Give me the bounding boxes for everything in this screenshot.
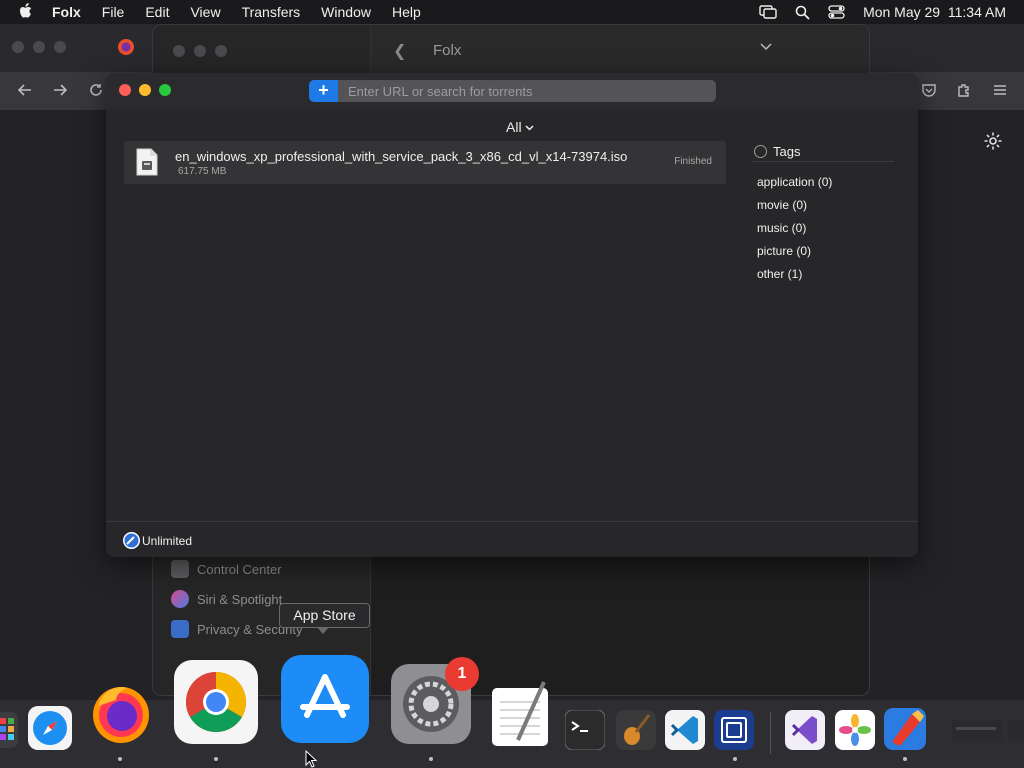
sidebar-item-label: Control Center <box>197 561 282 577</box>
back-chevron-icon[interactable]: ❮ <box>393 41 406 61</box>
tooltip-pointer <box>317 627 329 634</box>
control-center-toggle-icon[interactable] <box>828 5 845 19</box>
dock-separator <box>770 712 771 754</box>
safari-icon[interactable] <box>28 706 72 755</box>
running-indicator <box>429 757 433 761</box>
menu-view[interactable]: View <box>190 4 220 20</box>
siri-icon <box>171 590 189 608</box>
close-window-icon[interactable] <box>119 84 131 96</box>
menu-clock[interactable]: Mon May 29 11:34 AM <box>863 4 1006 20</box>
window-preview-icon[interactable] <box>952 718 1002 747</box>
notification-badge: 1 <box>445 657 479 691</box>
control-center-icon <box>171 560 189 578</box>
garageband-icon[interactable] <box>616 710 656 755</box>
folx-window: + All en_windows_xp_professional_with_se… <box>106 73 918 557</box>
extensions-icon[interactable] <box>956 82 972 103</box>
back-arrow-icon[interactable] <box>17 82 33 103</box>
filter-label: All <box>506 119 522 135</box>
forward-arrow-icon[interactable] <box>52 82 68 103</box>
settings-page-title: Folx <box>433 42 462 59</box>
apple-menu-icon[interactable] <box>0 0 52 24</box>
firefox-icon[interactable] <box>88 680 154 751</box>
reload-icon[interactable] <box>88 82 104 103</box>
menu-transfers[interactable]: Transfers <box>242 4 301 20</box>
photos-icon[interactable] <box>835 710 875 755</box>
tag-picture[interactable]: picture (0) <box>757 244 811 258</box>
menu-window[interactable]: Window <box>321 4 371 20</box>
filter-dropdown[interactable]: All <box>506 119 534 135</box>
sidebar-item-label: Siri & Spotlight <box>197 591 283 607</box>
task-file-name: en_windows_xp_professional_with_service_… <box>175 149 628 164</box>
chevron-down-icon[interactable] <box>759 39 773 58</box>
running-indicator <box>214 757 218 761</box>
menu-bar: Folx File Edit View Transfers Window Hel… <box>0 0 1024 24</box>
sidebar-item-siri[interactable]: Siri & Spotlight <box>171 590 282 608</box>
tags-title: Tags <box>773 144 801 159</box>
tag-movie[interactable]: movie (0) <box>757 198 807 212</box>
vscode-icon[interactable] <box>665 710 705 755</box>
dock-tooltip: App Store <box>279 603 370 628</box>
window-preview-icon[interactable] <box>1008 718 1024 747</box>
folx-traffic-lights <box>119 84 171 96</box>
visual-studio-icon[interactable] <box>785 710 825 755</box>
tag-application[interactable]: application (0) <box>757 175 832 189</box>
chrome-icon[interactable] <box>174 660 258 749</box>
task-status: Finished <box>674 156 712 167</box>
gear-icon[interactable] <box>983 131 1003 156</box>
hand-icon <box>171 620 189 638</box>
menu-file[interactable]: File <box>102 4 125 20</box>
spotlight-search-icon[interactable] <box>795 5 810 20</box>
add-download-button[interactable]: + <box>309 80 338 102</box>
settings-titlebar: ❮ Folx <box>371 25 869 77</box>
menu-edit[interactable]: Edit <box>145 4 169 20</box>
chevron-down-icon <box>525 124 534 131</box>
download-task-row[interactable]: en_windows_xp_professional_with_service_… <box>124 141 726 184</box>
task-file-size: 617.75 MB <box>178 166 227 177</box>
menu-help[interactable]: Help <box>392 4 421 20</box>
url-search-input[interactable] <box>338 80 716 102</box>
hamburger-menu-icon[interactable] <box>992 82 1008 103</box>
tags-header[interactable]: Tags <box>754 144 800 159</box>
running-indicator <box>118 757 122 761</box>
tag-music[interactable]: music (0) <box>757 221 806 235</box>
disk-image-file-icon <box>136 148 158 181</box>
running-indicator <box>733 757 737 761</box>
screen-mirroring-icon[interactable] <box>759 5 777 19</box>
speedometer-icon[interactable] <box>122 531 141 555</box>
pocket-icon[interactable] <box>921 82 937 103</box>
folx-status-bar: Unlimited <box>106 521 918 557</box>
speed-limit-label[interactable]: Unlimited <box>142 534 192 548</box>
tag-other[interactable]: other (1) <box>757 267 802 281</box>
textedit-icon[interactable] <box>490 680 552 753</box>
tags-radio-icon[interactable] <box>754 145 767 158</box>
firefox-tab-icon[interactable] <box>117 38 135 61</box>
sidebar-item-control-center[interactable]: Control Center <box>171 560 282 578</box>
zoom-window-icon[interactable] <box>159 84 171 96</box>
folx-app-icon[interactable] <box>882 706 928 757</box>
running-indicator <box>903 757 907 761</box>
virtualbox-icon[interactable] <box>714 710 754 755</box>
tags-divider <box>752 161 894 162</box>
firefox-traffic-lights[interactable] <box>12 41 66 53</box>
menu-app-name[interactable]: Folx <box>52 4 81 20</box>
app-store-icon[interactable] <box>281 655 369 748</box>
terminal-icon[interactable] <box>564 709 606 755</box>
launchpad-icon[interactable] <box>0 712 18 753</box>
settings-traffic-lights[interactable] <box>173 45 227 57</box>
mouse-pointer-icon <box>305 749 319 768</box>
minimize-window-icon[interactable] <box>139 84 151 96</box>
